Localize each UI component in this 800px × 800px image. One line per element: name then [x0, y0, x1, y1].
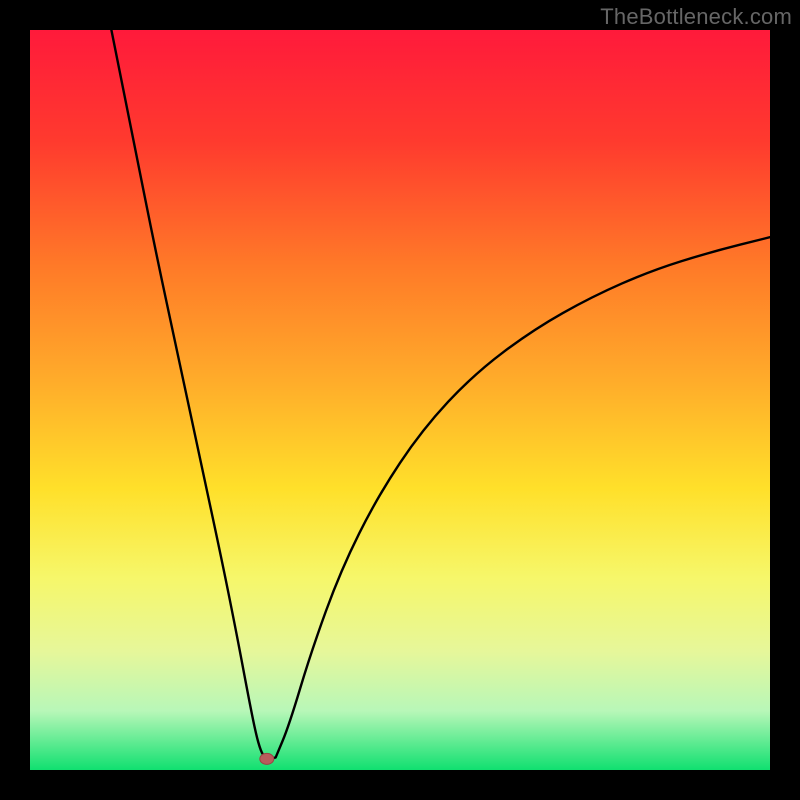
plot-area [30, 30, 770, 770]
chart-frame: TheBottleneck.com [0, 0, 800, 800]
watermark-text: TheBottleneck.com [600, 4, 792, 30]
optimal-point-marker [260, 753, 274, 764]
gradient-background [30, 30, 770, 770]
chart-svg [30, 30, 770, 770]
